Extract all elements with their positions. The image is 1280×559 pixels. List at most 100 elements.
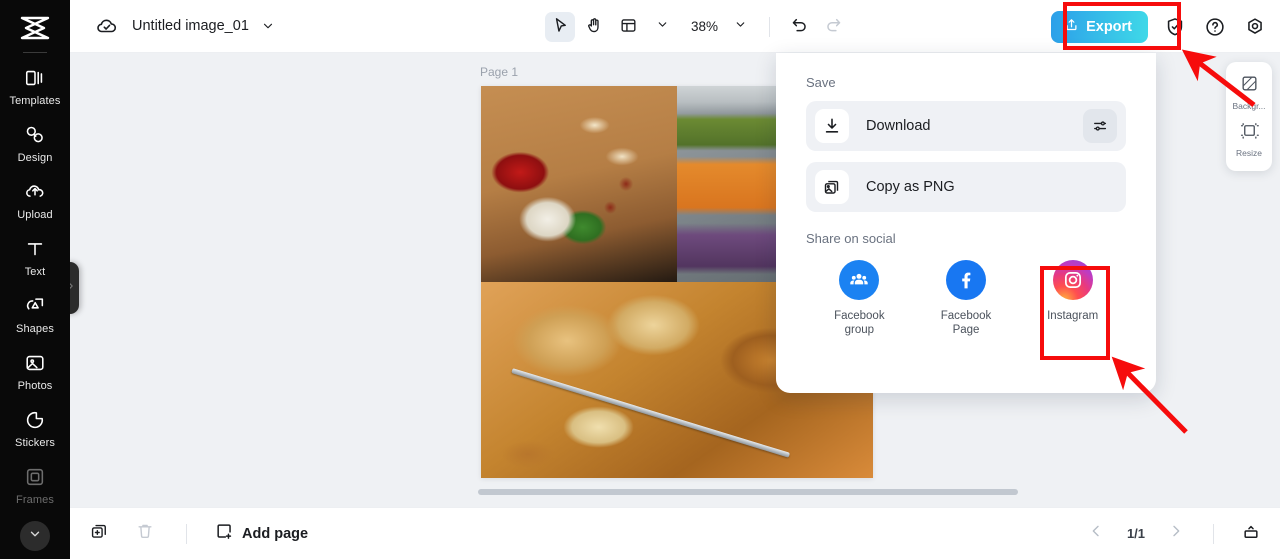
layout-chevron-button[interactable] <box>647 12 677 42</box>
layout-icon <box>619 16 638 38</box>
add-page-label: Add page <box>242 525 309 542</box>
background-icon <box>1240 74 1259 98</box>
undo-icon <box>790 16 809 38</box>
sidebar-item-design[interactable]: Design <box>0 114 70 171</box>
layout-tool-button[interactable] <box>613 12 643 42</box>
toolbar-tools: 38% <box>545 0 848 53</box>
bottom-divider <box>186 523 187 544</box>
facebook-page-icon <box>946 260 986 300</box>
download-row[interactable]: Download <box>806 101 1126 151</box>
cloud-saved-icon[interactable] <box>94 13 120 39</box>
next-page-button[interactable] <box>1161 519 1191 549</box>
bottom-right-actions: 1/1 <box>1081 519 1266 549</box>
facebook-group-caption: Facebook group <box>834 310 885 337</box>
text-icon <box>23 237 47 261</box>
download-label: Download <box>866 118 931 134</box>
resize-label: Resize <box>1236 148 1262 158</box>
photo-pepper-bread-garlic[interactable] <box>481 86 677 282</box>
stickers-icon <box>23 408 47 432</box>
bottom-toolbar: Add page 1/1 <box>70 507 1280 559</box>
share-facebook-page[interactable]: Facebook Page <box>913 260 1020 338</box>
chevron-down-icon <box>734 18 747 36</box>
sidebar-expand-button[interactable] <box>20 521 50 551</box>
sidebar-item-templates[interactable]: Templates <box>0 57 70 114</box>
sidebar-item-shapes[interactable]: Shapes <box>0 285 70 342</box>
undo-button[interactable] <box>784 12 814 42</box>
export-button[interactable]: Export <box>1051 10 1148 43</box>
topbar-right-actions: Export <box>1051 0 1268 53</box>
sidebar-item-photos[interactable]: Photos <box>0 342 70 399</box>
duplicate-page-icon <box>89 521 109 546</box>
sidebar-item-label: Design <box>17 152 53 164</box>
sidebar-item-text[interactable]: Text <box>0 228 70 285</box>
templates-icon <box>23 66 47 90</box>
facebook-group-icon <box>839 260 880 300</box>
sidebar-item-label: Text <box>24 266 46 278</box>
sidebar-item-label: Photos <box>17 380 53 392</box>
sidebar-item-stickers[interactable]: Stickers <box>0 399 70 456</box>
prev-page-button[interactable] <box>1081 519 1111 549</box>
share-facebook-group[interactable]: Facebook group <box>806 260 913 338</box>
add-page-button[interactable]: Add page <box>215 522 308 546</box>
page-indicator: 1/1 <box>1126 526 1146 541</box>
copy-as-png-row[interactable]: Copy as PNG <box>806 162 1126 212</box>
resize-icon <box>1240 121 1259 145</box>
copy-image-icon <box>815 170 849 204</box>
instagram-caption: Instagram <box>1047 310 1099 322</box>
instagram-icon <box>1052 260 1093 300</box>
hand-tool-button[interactable] <box>579 12 609 42</box>
sidebar-item-label: Upload <box>17 209 53 221</box>
chevron-down-icon[interactable] <box>261 19 275 33</box>
hand-icon <box>585 16 604 38</box>
page-grid-icon <box>1241 521 1261 546</box>
sliders-icon[interactable] <box>1083 109 1117 143</box>
horizontal-scrollbar[interactable] <box>478 489 1018 495</box>
redo-icon <box>824 16 843 38</box>
document-title[interactable]: Untitled image_01 <box>132 18 249 34</box>
sidebar-item-label: Shapes <box>16 323 54 335</box>
zoom-chevron-button[interactable] <box>725 12 755 42</box>
sidebar-divider <box>23 52 47 53</box>
trash-icon <box>135 521 155 546</box>
export-dropdown-panel: Save Download Copy as PNG Share on socia… <box>776 53 1156 393</box>
app-logo-icon[interactable] <box>17 14 53 42</box>
sidebar-item-upload[interactable]: Upload <box>0 171 70 228</box>
background-button[interactable]: Backgr... <box>1226 69 1272 116</box>
download-icon <box>815 109 849 143</box>
chevron-right-icon <box>1168 523 1184 544</box>
copy-as-png-label: Copy as PNG <box>866 179 955 195</box>
shapes-icon <box>23 294 47 318</box>
knife-blade <box>511 368 791 458</box>
resize-button[interactable]: Resize <box>1226 116 1272 163</box>
sidebar-item-frames[interactable]: Frames <box>0 456 70 513</box>
delete-page-button[interactable] <box>130 519 160 549</box>
select-tool-button[interactable] <box>545 11 575 42</box>
help-circle-icon[interactable] <box>1202 14 1228 40</box>
toolbar-divider <box>769 16 771 37</box>
page-grid-button[interactable] <box>1236 519 1266 549</box>
settings-gear-icon[interactable] <box>1242 14 1268 40</box>
export-button-label: Export <box>1086 18 1132 35</box>
redo-button[interactable] <box>818 12 848 42</box>
top-toolbar: Untitled image_01 38% Export <box>70 0 1280 53</box>
share-instagram[interactable]: Instagram <box>1019 260 1126 338</box>
sidebar-item-label: Stickers <box>15 437 55 449</box>
share-section-heading: Share on social <box>806 231 896 246</box>
background-label: Backgr... <box>1232 101 1266 111</box>
shield-check-icon[interactable] <box>1162 14 1188 40</box>
chevron-left-icon <box>1088 523 1104 544</box>
sidebar-item-label: Templates <box>9 95 61 107</box>
design-icon <box>23 123 47 147</box>
bottom-left-actions: Add page <box>84 519 308 549</box>
zoom-level-value[interactable]: 38% <box>691 19 718 34</box>
social-share-list: Facebook group Facebook Page Instagram <box>806 260 1126 338</box>
add-page-icon <box>215 522 234 546</box>
bottom-right-divider <box>1213 523 1214 544</box>
cursor-arrow-icon <box>551 16 570 38</box>
right-floating-panel: Backgr... Resize <box>1226 62 1272 171</box>
photos-icon <box>23 351 47 375</box>
frames-icon <box>23 465 47 489</box>
left-sidebar: Templates Design Upload Text Shapes Phot… <box>0 0 70 559</box>
duplicate-page-button[interactable] <box>84 519 114 549</box>
save-section-heading: Save <box>806 75 836 90</box>
